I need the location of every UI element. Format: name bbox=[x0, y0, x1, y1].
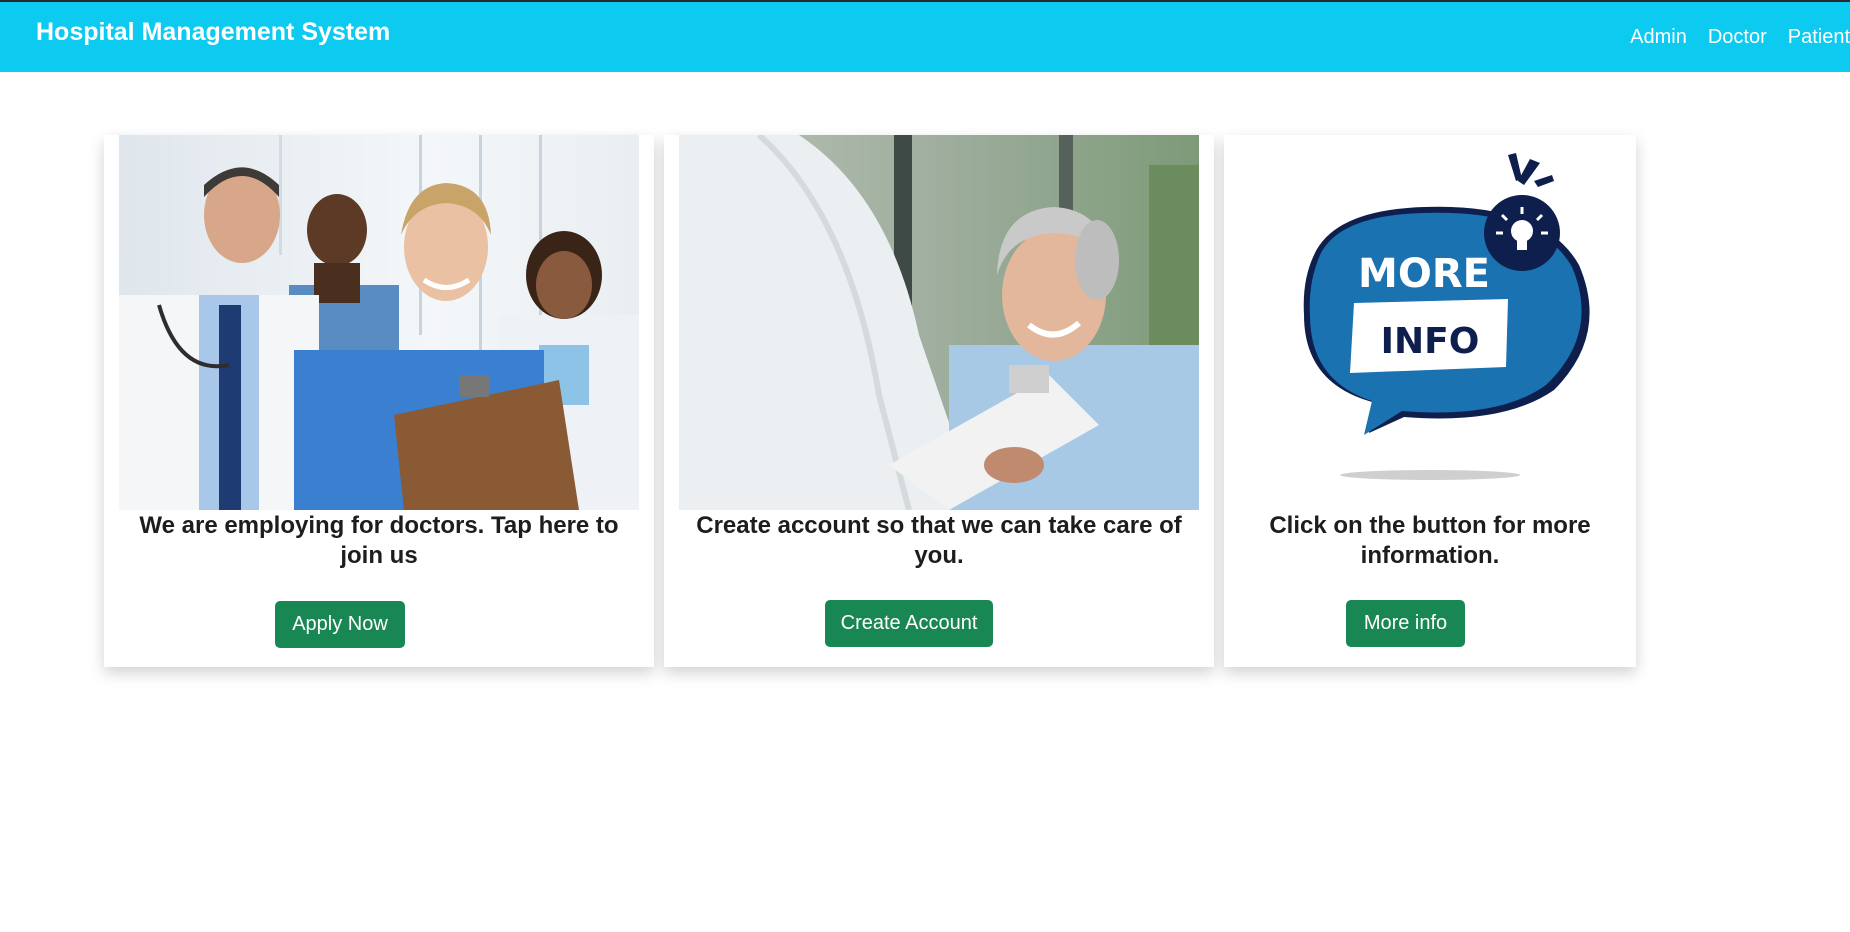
card-doctors: We are employing for doctors. Tap here t… bbox=[104, 135, 654, 667]
more-info-bubble: MORE INFO bbox=[1254, 135, 1606, 485]
more-info-button[interactable]: More info bbox=[1346, 600, 1465, 647]
nav-link-admin[interactable]: Admin bbox=[1630, 26, 1687, 49]
top-navbar: Hospital Management System Admin Doctor … bbox=[0, 0, 1850, 72]
nav-link-patient[interactable]: Patient bbox=[1788, 26, 1850, 49]
bubble-more-text: MORE bbox=[1358, 251, 1490, 297]
card-patient-text: Create account so that we can take care … bbox=[696, 512, 1182, 569]
create-account-button[interactable]: Create Account bbox=[825, 600, 993, 647]
card-more-info-text: Click on the button for more information… bbox=[1269, 512, 1591, 569]
nav-link-doctor[interactable]: Doctor bbox=[1708, 26, 1767, 49]
doctors-team-photo bbox=[119, 135, 639, 510]
bubble-info-text: INFO bbox=[1381, 321, 1480, 362]
patient-with-doctor-photo bbox=[679, 135, 1199, 510]
card-more-info: MORE INFO Click on the button for more i… bbox=[1224, 135, 1636, 667]
nav-links: Admin Doctor Patient bbox=[1609, 26, 1850, 49]
card-doctors-text: We are employing for doctors. Tap here t… bbox=[139, 512, 619, 569]
card-patient: Create account so that we can take care … bbox=[664, 135, 1214, 667]
brand-title[interactable]: Hospital Management System bbox=[36, 18, 390, 47]
apply-now-button[interactable]: Apply Now bbox=[275, 601, 405, 648]
